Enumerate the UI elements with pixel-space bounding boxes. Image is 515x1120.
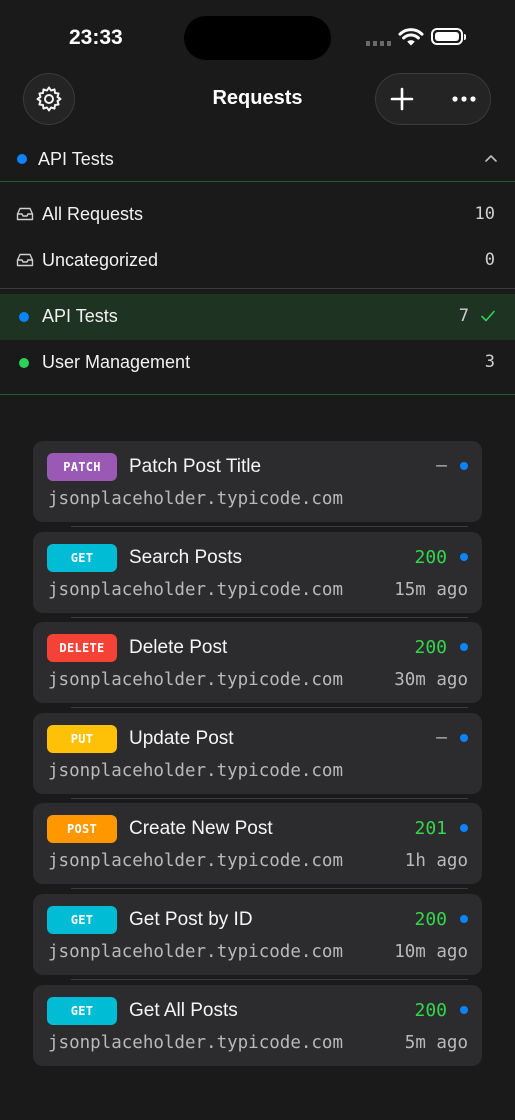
collection-selector-label: API Tests [38,149,114,169]
request-time: 30m ago [394,670,468,690]
status-code: 200 [414,1000,447,1021]
request-host: jsonplaceholder.typicode.com [48,761,344,781]
unread-dot [460,553,468,561]
collection-color-dot [19,358,29,368]
method-badge: DELETE [47,634,117,662]
menu-item-uncategorized[interactable]: Uncategorized 0 [0,238,515,284]
menu-item-label: Uncategorized [42,250,159,270]
status-code: 201 [414,818,447,839]
request-title: Get Post by ID [129,909,253,930]
tray-icon [16,253,34,267]
request-host: jsonplaceholder.typicode.com [48,1033,344,1053]
more-options-button[interactable] [438,74,490,124]
add-request-button[interactable] [376,74,428,124]
unread-dot [460,915,468,923]
request-title: Delete Post [129,637,228,658]
request-host: jsonplaceholder.typicode.com [48,580,344,600]
request-card[interactable]: POST Create New Post 201 jsonplaceholder… [33,803,482,889]
divider [71,798,468,799]
menu-item-count: 3 [484,352,495,372]
unread-dot [460,643,468,651]
unread-dot [460,734,468,742]
battery-icon [431,28,466,45]
method-badge: GET [47,997,117,1025]
request-time: 5m ago [404,1033,468,1053]
checkmark-icon [481,310,495,322]
collection-color-dot [17,154,27,164]
request-title: Search Posts [129,547,242,568]
request-title: Create New Post [129,818,273,839]
request-time: 1h ago [404,851,468,871]
clock: 23:33 [69,26,123,49]
divider [0,394,515,395]
plus-icon [390,87,414,111]
request-host: jsonplaceholder.typicode.com [48,670,344,690]
status-code: – [436,455,447,476]
menu-item-collection-api-tests[interactable]: API Tests 7 [0,294,515,340]
divider [71,888,468,889]
collection-selector[interactable]: API Tests [0,138,515,181]
toolbar-actions [375,73,491,125]
ellipsis-icon [452,96,476,102]
divider [0,288,515,289]
dynamic-island [184,16,331,60]
status-code: 200 [414,909,447,930]
wifi-icon [398,28,424,46]
method-badge: PUT [47,725,117,753]
request-title: Update Post [129,728,234,749]
menu-item-label: API Tests [42,306,118,326]
method-badge: GET [47,544,117,572]
request-time: 15m ago [394,580,468,600]
request-title: Get All Posts [129,1000,238,1021]
chevron-up-icon[interactable] [484,153,498,163]
menu-item-label: All Requests [42,204,144,224]
request-card[interactable]: DELETE Delete Post 200 jsonplaceholder.t… [33,622,482,708]
divider [71,707,468,708]
divider [71,526,468,527]
unread-dot [460,462,468,470]
menu-item-label: User Management [42,352,191,372]
request-card[interactable]: PATCH Patch Post Title – jsonplaceholder… [33,441,482,527]
request-time: 10m ago [394,942,468,962]
divider [71,979,468,980]
cellular-signal-icon [366,41,392,46]
menu-item-count: 0 [484,250,495,270]
unread-dot [460,1006,468,1014]
method-badge: GET [47,906,117,934]
method-badge: POST [47,815,117,843]
divider [71,617,468,618]
status-bar: 23:33 [0,0,515,72]
request-card[interactable]: GET Get Post by ID 200 jsonplaceholder.t… [33,894,482,980]
menu-item-count: 7 [458,306,469,326]
status-code: 200 [414,637,447,658]
collection-color-dot [19,312,29,322]
request-card[interactable]: PUT Update Post – jsonplaceholder.typico… [33,713,482,799]
request-card[interactable]: GET Get All Posts 200 jsonplaceholder.ty… [33,985,482,1066]
unread-dot [460,824,468,832]
method-badge: PATCH [47,453,117,481]
menu-item-collection-user-management[interactable]: User Management 3 [0,340,515,386]
request-host: jsonplaceholder.typicode.com [48,851,344,871]
status-code: 200 [414,547,447,568]
request-host: jsonplaceholder.typicode.com [48,489,344,509]
menu-item-count: 10 [474,204,495,224]
status-code: – [436,727,447,748]
tray-icon [16,207,34,221]
request-title: Patch Post Title [129,456,262,477]
request-host: jsonplaceholder.typicode.com [48,942,344,962]
divider [0,181,515,182]
menu-item-all-requests[interactable]: All Requests 10 [0,192,515,238]
request-card[interactable]: GET Search Posts 200 jsonplaceholder.typ… [33,532,482,618]
